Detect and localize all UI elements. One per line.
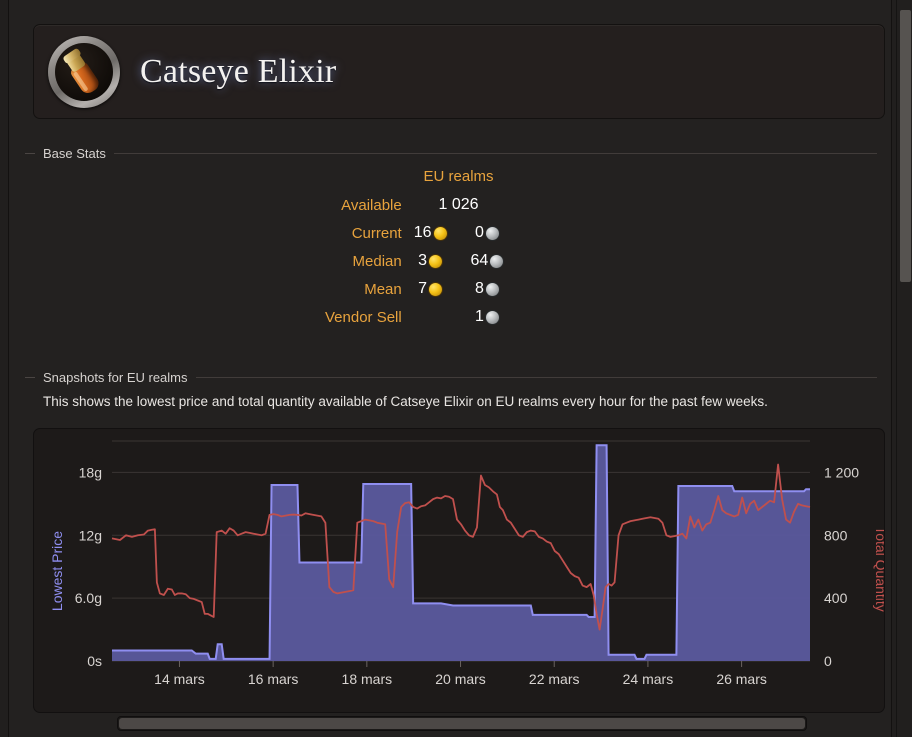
stat-value-silver: 64 <box>471 247 504 275</box>
legend-rule <box>195 377 877 378</box>
snapshots-legend-label: Snapshots for EU realms <box>43 370 188 385</box>
silver-amount: 0 <box>474 224 484 241</box>
spacer-cell <box>447 247 471 275</box>
spacer-cell <box>447 219 471 247</box>
svg-text:Total Quantity: Total Quantity <box>873 526 884 612</box>
svg-text:6.0g: 6.0g <box>75 590 102 606</box>
icon-inner <box>55 42 113 101</box>
gold-coin-icon <box>429 282 443 296</box>
stat-value-silver: 1 <box>471 303 504 331</box>
table-row: Mean 7 8 <box>325 275 503 303</box>
gold-amount: 7 <box>418 280 428 297</box>
table-row: Current 16 0 <box>325 219 503 247</box>
legend-dash-left <box>25 153 35 154</box>
stat-label: Available <box>341 196 402 214</box>
stat-label: Mean <box>364 280 402 298</box>
gold-coin-icon <box>433 226 447 240</box>
base-stats-section: Base Stats EU realms Available 1 026 Cur… <box>25 146 877 346</box>
table-row: Vendor Sell 1 <box>325 303 503 331</box>
gold-amount: 16 <box>413 224 432 241</box>
base-stats-legend-label: Base Stats <box>43 146 106 161</box>
svg-text:400: 400 <box>824 590 848 606</box>
gold-amount: 3 <box>418 252 428 269</box>
stat-label: Current <box>351 224 402 242</box>
chart-svg[interactable]: 0s 6.0g 12g 18g 0 400 800 1 200 14 mars 16 mars 18… <box>34 429 884 712</box>
stat-value-gold-empty <box>414 303 447 331</box>
legend-dash-left <box>25 377 35 378</box>
svg-text:800: 800 <box>824 527 848 543</box>
realm-column-header: EU realms <box>423 168 494 185</box>
spacer-cell <box>447 303 471 331</box>
table-row: Available 1 026 <box>325 191 503 219</box>
stat-value-silver: 0 <box>471 219 504 247</box>
silver-coin-icon <box>485 282 499 296</box>
potion-glyph <box>55 43 113 101</box>
base-stats-table-wrap: EU realms Available 1 026 Current 16 0 M… <box>25 168 877 331</box>
legend-rule <box>113 153 877 154</box>
item-header-card: Catseye Elixir <box>33 24 885 119</box>
svg-text:Lowest Price: Lowest Price <box>49 531 65 611</box>
base-stats-legend: Base Stats <box>25 146 877 161</box>
item-detail-page: Catseye Elixir Base Stats EU realms Avai… <box>0 0 912 737</box>
gold-coin-icon <box>429 254 443 268</box>
silver-amount: 1 <box>474 308 484 325</box>
base-stats-table: EU realms Available 1 026 Current 16 0 M… <box>325 168 504 331</box>
vertical-scrollbar-thumb[interactable] <box>900 10 911 282</box>
svg-text:18g: 18g <box>79 464 102 480</box>
vertical-scrollbar[interactable] <box>896 0 912 737</box>
stat-label: Vendor Sell <box>325 308 402 326</box>
svg-text:12g: 12g <box>79 527 102 543</box>
silver-amount: 8 <box>474 280 484 297</box>
svg-text:22 mars: 22 mars <box>529 671 580 687</box>
svg-text:14 mars: 14 mars <box>154 671 205 687</box>
silver-coin-icon <box>485 310 499 324</box>
stat-value-gold: 3 <box>414 247 447 275</box>
stat-label: Median <box>352 252 402 270</box>
silver-amount: 64 <box>470 252 489 269</box>
stat-value-gold: 7 <box>414 275 447 303</box>
svg-text:18 mars: 18 mars <box>342 671 393 687</box>
stat-value-gold: 16 <box>414 219 447 247</box>
snapshots-section: Snapshots for EU realms This shows the l… <box>25 370 877 430</box>
stat-value-silver: 8 <box>471 275 504 303</box>
chart-range-scrollbar[interactable] <box>117 716 807 731</box>
price-quantity-chart[interactable]: 0s 6.0g 12g 18g 0 400 800 1 200 14 mars 16 mars 18… <box>33 428 885 713</box>
snapshots-legend: Snapshots for EU realms <box>25 370 877 385</box>
snapshots-description: This shows the lowest price and total qu… <box>43 394 768 409</box>
svg-text:0s: 0s <box>87 653 102 669</box>
stats-label-col-header <box>325 168 414 191</box>
page-frame: Catseye Elixir Base Stats EU realms Avai… <box>8 0 892 737</box>
potion-icon <box>48 35 120 108</box>
svg-text:0: 0 <box>824 653 832 669</box>
table-header-row: EU realms <box>325 168 503 191</box>
base-stats-body: Available 1 026 Current 16 0 Median 3 64… <box>325 191 504 331</box>
silver-coin-icon <box>485 226 499 240</box>
svg-text:1 200: 1 200 <box>824 464 859 480</box>
table-row: Median 3 64 <box>325 247 504 275</box>
page-title: Catseye Elixir <box>140 52 337 90</box>
svg-text:20 mars: 20 mars <box>435 671 486 687</box>
svg-text:26 mars: 26 mars <box>716 671 767 687</box>
svg-text:16 mars: 16 mars <box>248 671 299 687</box>
spacer-cell <box>447 275 471 303</box>
silver-coin-icon <box>490 254 504 268</box>
stat-value-plain: 1 026 <box>438 196 479 213</box>
chart-range-scrollbar-thumb[interactable] <box>119 718 805 729</box>
svg-text:24 mars: 24 mars <box>623 671 674 687</box>
